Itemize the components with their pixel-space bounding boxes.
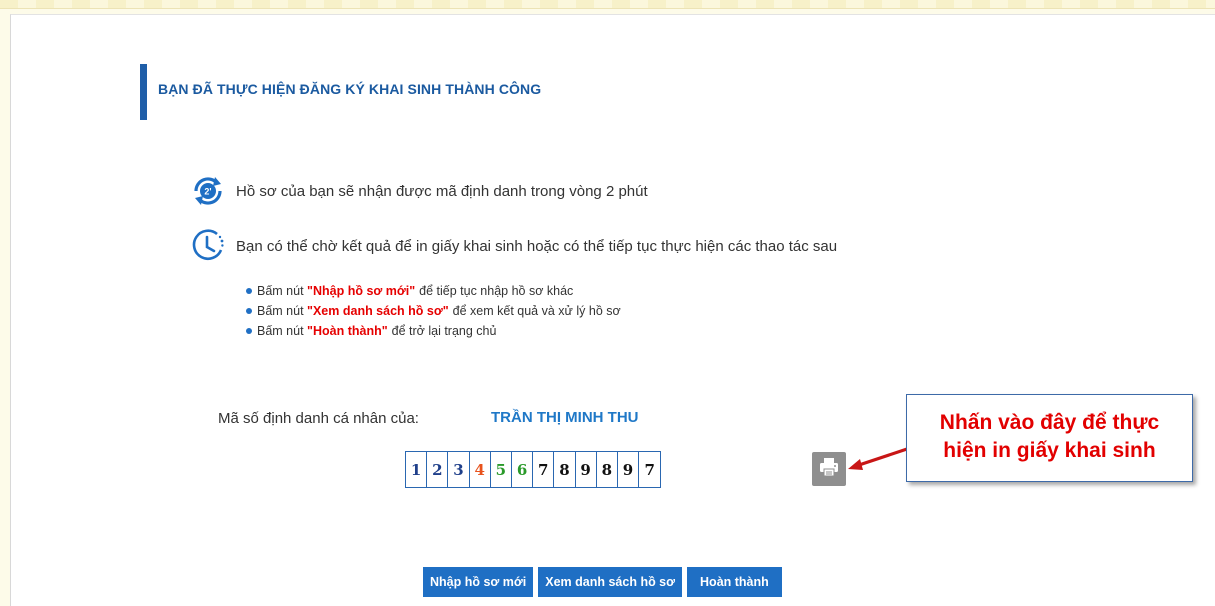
title-accent-bar [140,64,147,120]
identifier-digit: 7 [644,460,655,479]
info-text: Bạn có thể chờ kết quả để in giấy khai s… [236,237,838,255]
new-record-button[interactable]: Nhập hồ sơ mới [423,567,534,597]
info-row-wait: Bạn có thể chờ kết quả để in giấy khai s… [190,228,837,264]
step-suffix: để trở lại trạng chủ [391,324,497,338]
step-highlight: "Xem danh sách hồ sơ" [307,304,449,318]
callout-line-2: hiện in giấy khai sinh [943,439,1156,462]
citizen-name: TRẦN THỊ MINH THU [491,409,639,426]
list-item: Bấm nút "Hoàn thành" để trở lại trạng chủ [246,321,621,341]
identifier-digit: 8 [597,452,618,487]
step-suffix: để tiếp tục nhập hồ sơ khác [419,284,574,298]
finish-button[interactable]: Hoàn thành [687,567,782,597]
list-item: Bấm nút "Xem danh sách hồ sơ" để xem kết … [246,301,621,321]
identifier-digit: 4 [470,452,491,487]
step-prefix: Bấm nút [257,304,304,318]
info-row-identifier-time: 2' Hồ sơ của bạn sẽ nhận được mã định da… [190,173,648,209]
callout-line-1: Nhấn vào đây để thực [939,411,1160,434]
identifier-digit: 6 [512,452,534,487]
identifier-digit: 1 [406,452,428,487]
identifier-digits: 123456789897 [405,451,662,488]
bullet-icon [246,308,252,314]
identifier-digit: 2 [427,452,449,487]
bullet-icon [246,328,252,334]
clock-icon [190,228,226,264]
identifier-digit: 5 [491,452,512,487]
info-text: Hồ sơ của bạn sẽ nhận được mã định danh … [236,182,648,200]
step-prefix: Bấm nút [257,324,304,338]
page-title: BẠN ĐÃ THỰC HIỆN ĐĂNG KÝ KHAI SINH THÀNH… [158,81,542,97]
print-callout: Nhấn vào đây để thực hiện in giấy khai s… [906,394,1193,482]
printer-icon [818,456,840,483]
2-minute-refresh-icon: 2' [190,173,226,209]
identifier-digit: 7 [533,452,555,487]
badge-text: 2' [204,187,211,197]
identifier-digit: 8 [554,452,576,487]
identifier-label: Mã số định danh cá nhân của: [218,410,419,427]
identifier-digit: 9 [618,452,640,487]
step-suffix: để xem kết quả và xử lý hồ sơ [452,304,621,318]
identifier-digit: 9 [576,452,597,487]
top-strip [0,0,1215,9]
view-list-button[interactable]: Xem danh sách hồ sơ [538,567,683,597]
action-bar: Nhập hồ sơ mới Xem danh sách hồ sơ Hoàn … [423,567,782,597]
instruction-list: Bấm nút "Nhập hồ sơ mới" để tiếp tục nhập… [246,281,621,341]
step-highlight: "Nhập hồ sơ mới" [307,284,416,298]
identifier-digit: 3 [448,452,470,487]
bullet-icon [246,288,252,294]
step-prefix: Bấm nút [257,284,304,298]
step-highlight: "Hoàn thành" [307,324,388,338]
list-item: Bấm nút "Nhập hồ sơ mới" để tiếp tục nhập… [246,281,621,301]
